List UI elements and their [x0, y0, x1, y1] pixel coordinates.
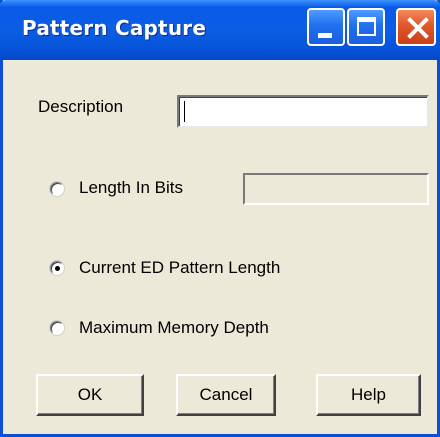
description-input[interactable] [177, 95, 429, 128]
current-ed-pattern-length-label[interactable]: Current ED Pattern Length [79, 258, 280, 278]
title-bar[interactable]: Pattern Capture [0, 0, 440, 60]
radio-current-ed-pattern-length[interactable] [50, 261, 64, 275]
pattern-capture-dialog: Pattern Capture Description Length In Bi… [0, 0, 440, 437]
maximize-button[interactable] [347, 8, 385, 46]
minimize-icon [318, 33, 332, 38]
minimize-button[interactable] [307, 8, 345, 46]
radio-selected-dot [55, 266, 60, 271]
close-icon [407, 17, 429, 39]
length-in-bits-field [243, 173, 429, 205]
close-button[interactable] [396, 8, 436, 46]
cancel-button[interactable]: Cancel [176, 374, 276, 416]
ok-button[interactable]: OK [36, 374, 144, 416]
text-caret [184, 101, 185, 122]
window-title: Pattern Capture [22, 16, 207, 40]
maximum-memory-depth-label[interactable]: Maximum Memory Depth [79, 318, 269, 338]
description-label: Description [38, 97, 124, 116]
length-in-bits-label[interactable]: Length In Bits [79, 178, 183, 198]
radio-length-in-bits[interactable] [50, 182, 64, 196]
maximize-icon [357, 17, 376, 36]
radio-maximum-memory-depth[interactable] [50, 321, 64, 335]
help-button[interactable]: Help [316, 374, 421, 416]
